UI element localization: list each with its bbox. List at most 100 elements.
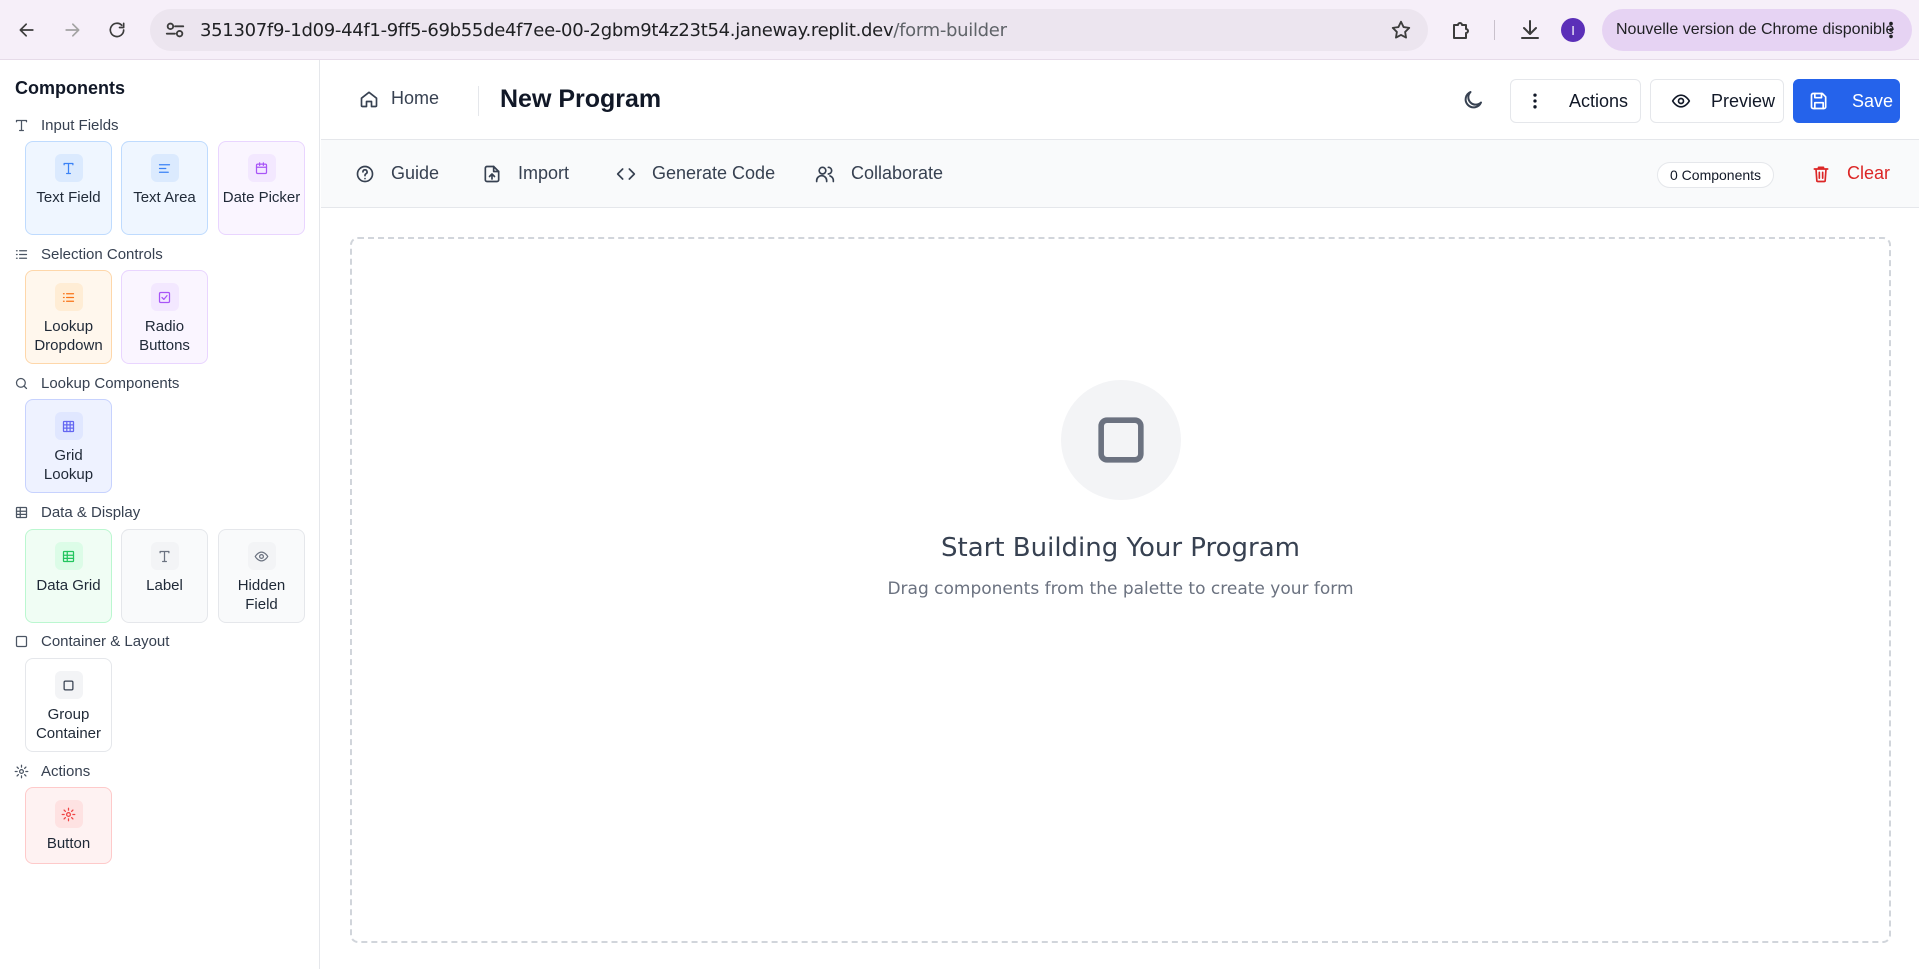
- extensions-button[interactable]: [1450, 18, 1474, 42]
- collaborate-button[interactable]: Collaborate: [815, 163, 943, 184]
- back-button[interactable]: [9, 12, 45, 48]
- url-path: /form-builder: [893, 19, 1007, 41]
- settings-icon: [54, 800, 83, 828]
- import-button[interactable]: Import: [482, 163, 569, 184]
- component-label: Button: [46, 835, 91, 852]
- download-icon: [1521, 20, 1539, 39]
- empty-state-title: Start Building Your Program: [941, 533, 1300, 563]
- bookmark-star-icon[interactable]: [1390, 19, 1412, 41]
- chrome-update-button[interactable]: Nouvelle version de Chrome disponible: [1602, 9, 1912, 51]
- group-label: Input Fields: [41, 117, 119, 134]
- type-icon: [150, 542, 179, 570]
- url-text: 351307f9-1d09-44f1-9ff5-69b55de4f7ee-00-…: [200, 20, 1007, 41]
- group-selection-controls: Selection Controls: [14, 246, 163, 263]
- square-icon: [15, 635, 28, 648]
- form-canvas-dropzone[interactable]: Start Building Your Program Drag compone…: [350, 237, 1891, 943]
- code-icon: [616, 167, 636, 180]
- component-text-field[interactable]: Text Field: [25, 141, 112, 235]
- component-label: Data Grid: [36, 577, 101, 594]
- component-group-container[interactable]: Group Container: [25, 658, 112, 752]
- builder-toolbar: Guide Import Generate Code Collaborate 0…: [321, 140, 1919, 208]
- puzzle-icon: [1453, 22, 1469, 39]
- save-icon: [1810, 92, 1827, 110]
- save-button[interactable]: Save: [1793, 79, 1900, 123]
- profile-avatar[interactable]: I: [1561, 18, 1585, 42]
- group-lookup-components: Lookup Components: [14, 375, 179, 392]
- update-text: Nouvelle version de Chrome disponible: [1616, 21, 1895, 38]
- component-data-grid[interactable]: Data Grid: [25, 529, 112, 623]
- empty-state-subtitle: Drag components from the palette to crea…: [887, 579, 1354, 599]
- guide-button[interactable]: Guide: [355, 163, 439, 184]
- component-label: Label: [146, 577, 183, 594]
- import-label: Import: [518, 163, 570, 183]
- home-icon: [360, 91, 378, 107]
- component-label-item[interactable]: Label: [121, 529, 208, 623]
- save-label: Save: [1852, 90, 1894, 111]
- group-input-fields: Input Fields: [14, 117, 119, 134]
- eye-icon: [247, 542, 276, 570]
- group-label: Data & Display: [41, 504, 141, 521]
- component-button[interactable]: Button: [25, 787, 112, 864]
- reload-button[interactable]: [99, 12, 135, 48]
- empty-state-icon-wrapper: [1061, 380, 1181, 500]
- component-label: Text Area: [133, 189, 196, 206]
- table-icon: [54, 542, 83, 570]
- palette-title: Components: [15, 78, 125, 98]
- group-label: Actions: [41, 763, 91, 780]
- empty-square-icon: [1098, 417, 1144, 463]
- file-upload-icon: [484, 165, 500, 182]
- component-lookup-dropdown[interactable]: Lookup Dropdown: [25, 270, 112, 364]
- downloads-button[interactable]: [1518, 18, 1542, 42]
- users-icon: [815, 166, 835, 182]
- arrow-left-icon: [19, 23, 34, 37]
- grid-icon: [54, 412, 83, 440]
- component-date-picker[interactable]: Date Picker: [218, 141, 305, 235]
- actions-button[interactable]: Actions: [1510, 79, 1641, 123]
- url-host: 351307f9-1d09-44f1-9ff5-69b55de4f7ee-00-…: [200, 19, 894, 41]
- forward-button[interactable]: [54, 12, 90, 48]
- chrome-menu-icon[interactable]: [1880, 19, 1902, 41]
- home-link[interactable]: Home: [359, 88, 439, 109]
- group-actions: Actions: [14, 763, 90, 780]
- settings-icon: [14, 764, 29, 779]
- component-label: Grid Lookup: [43, 447, 94, 483]
- generate-code-button[interactable]: Generate Code: [616, 163, 775, 184]
- type-icon: [54, 154, 83, 182]
- component-label: Text Field: [36, 189, 101, 206]
- component-label: Date Picker: [222, 189, 301, 206]
- home-label: Home: [391, 88, 440, 108]
- component-text-area[interactable]: Text Area: [121, 141, 208, 235]
- square-icon: [54, 671, 83, 699]
- component-hidden-field[interactable]: Hidden Field: [218, 529, 305, 623]
- eye-icon: [1671, 94, 1691, 108]
- preview-button[interactable]: Preview: [1650, 79, 1784, 123]
- component-label: Lookup Dropdown: [34, 318, 103, 354]
- header-divider: [478, 86, 479, 116]
- site-settings-icon[interactable]: [164, 19, 186, 41]
- help-circle-icon: [356, 165, 374, 182]
- component-radio-buttons[interactable]: Radio Buttons: [121, 270, 208, 364]
- theme-toggle-button[interactable]: [1461, 88, 1485, 112]
- preview-label: Preview: [1711, 90, 1776, 111]
- actions-label: Actions: [1569, 90, 1629, 111]
- app-header: Home New Program Actions Preview Save: [321, 60, 1919, 140]
- search-icon: [15, 377, 28, 390]
- list-icon: [15, 250, 28, 259]
- component-palette: Components Input Fields Text Field Text …: [0, 60, 320, 969]
- group-label: Selection Controls: [41, 246, 163, 263]
- list-icon: [54, 283, 83, 311]
- group-container-layout: Container & Layout: [14, 633, 169, 650]
- component-grid-lookup[interactable]: Grid Lookup: [25, 399, 112, 493]
- generate-code-label: Generate Code: [652, 163, 776, 183]
- clear-button[interactable]: Clear: [1811, 163, 1890, 184]
- page-title[interactable]: New Program: [500, 85, 661, 114]
- align-left-icon: [150, 154, 179, 182]
- reload-icon: [109, 22, 125, 38]
- component-label: Group Container: [35, 706, 102, 742]
- component-label: Hidden Field: [237, 577, 286, 613]
- address-bar[interactable]: 351307f9-1d09-44f1-9ff5-69b55de4f7ee-00-…: [150, 9, 1428, 51]
- group-label: Lookup Components: [41, 375, 180, 392]
- group-label: Container & Layout: [41, 633, 170, 650]
- clear-label: Clear: [1847, 163, 1891, 183]
- more-vertical-icon: [1533, 93, 1537, 109]
